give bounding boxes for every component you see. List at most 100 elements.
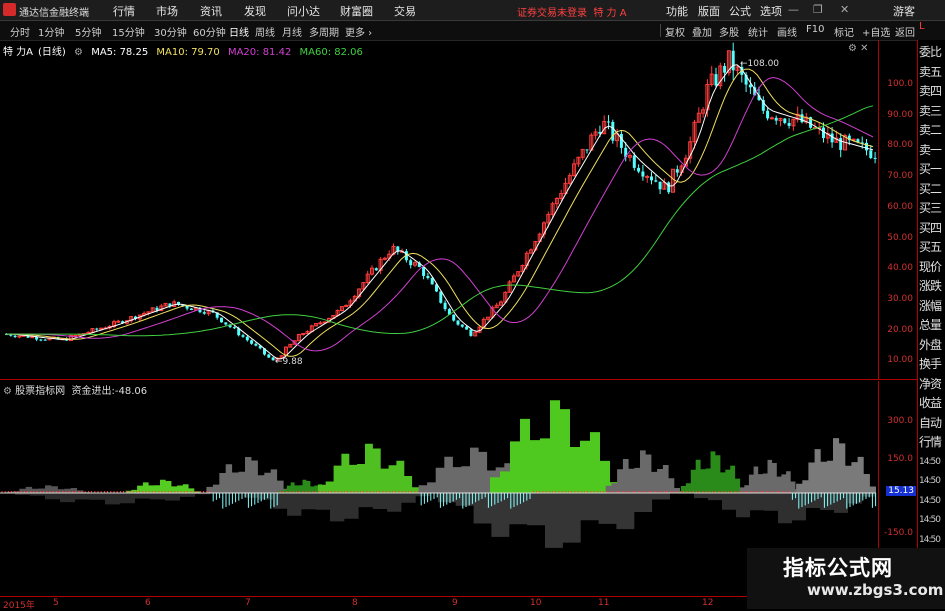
price-tick: 100.0	[887, 79, 913, 89]
menu-caifuquan[interactable]: 财富圈	[340, 3, 373, 19]
btn-biaoji[interactable]: 标记	[834, 24, 854, 39]
quote-panel-item[interactable]: 行情	[919, 433, 945, 452]
quote-panel-item[interactable]: 买四	[919, 219, 945, 238]
tab-weekly[interactable]: 周线	[255, 24, 275, 39]
quote-panel-item[interactable]: 委比	[919, 43, 945, 62]
quote-panel-item[interactable]: 总量	[919, 316, 945, 335]
restore-icon[interactable]: ❐	[813, 3, 823, 16]
tab-multi-period[interactable]: 多周期	[309, 24, 339, 39]
tab-15min[interactable]: 15分钟	[112, 24, 145, 39]
candle-body	[873, 157, 877, 159]
btn-back[interactable]: 返回	[895, 24, 915, 39]
login-status[interactable]: 证券交易未登录 特 力 A	[517, 4, 627, 19]
time-tick: 7	[245, 598, 251, 608]
ma5-line	[5, 64, 874, 360]
btn-tongji[interactable]: 统计	[748, 24, 768, 39]
menu-hangqing[interactable]: 行情	[113, 3, 135, 19]
candle-body	[452, 314, 456, 321]
quote-panel-item[interactable]: 卖二	[919, 121, 945, 140]
low-price-annotation: ←9.88	[275, 357, 303, 367]
menu-faxian[interactable]: 发现	[244, 3, 266, 19]
tab-1min[interactable]: 1分钟	[38, 24, 64, 39]
btn-fuquan[interactable]: 复权	[665, 24, 685, 39]
menu-xuanxiang[interactable]: 选项	[760, 3, 782, 19]
quote-panel-item[interactable]: 14:50	[919, 492, 945, 511]
menu-shichang[interactable]: 市场	[156, 3, 178, 19]
indicator-name: 股票指标网	[15, 386, 66, 397]
candle-body	[241, 335, 245, 337]
quote-panel-item[interactable]: 14:50	[919, 531, 945, 550]
watermark-url: www.zbgs3.com	[807, 581, 944, 599]
candle-body	[769, 117, 774, 120]
app-title: 通达信金融终端	[19, 8, 89, 19]
tab-5min[interactable]: 5分钟	[75, 24, 101, 39]
btn-f10[interactable]: F10	[806, 24, 824, 35]
legend-gear-icon[interactable]: ⚙	[74, 47, 83, 58]
tab-60min[interactable]: 60分钟	[193, 24, 226, 39]
quote-panel-item[interactable]: 自动	[919, 414, 945, 433]
price-tick: 30.00	[887, 294, 913, 304]
tab-fenshi[interactable]: 分时	[10, 24, 30, 39]
quote-panel-item[interactable]: 卖五	[919, 63, 945, 82]
minimize-icon[interactable]: —	[788, 3, 799, 16]
btn-diejia[interactable]: 叠加	[692, 24, 712, 39]
quote-panel-item[interactable]: 买三	[919, 199, 945, 218]
quote-panel-item[interactable]: 14:50	[919, 453, 945, 472]
quote-panel-item[interactable]: 换手	[919, 355, 945, 374]
btn-add-watchlist[interactable]: +自选	[862, 24, 890, 39]
candle-body	[374, 268, 378, 271]
menu-zixun[interactable]: 资讯	[200, 3, 222, 19]
menu-banmian[interactable]: 版面	[698, 3, 720, 19]
flow-area	[310, 443, 420, 493]
candlestick-chart[interactable]	[0, 40, 878, 378]
quote-panel-item[interactable]: 卖四	[919, 82, 945, 101]
tab-daily[interactable]: 日线	[229, 24, 249, 39]
app-logo-icon	[3, 3, 16, 16]
quote-panel-item[interactable]: 卖三	[919, 102, 945, 121]
quote-panel-item[interactable]: 买五	[919, 238, 945, 257]
flow-area	[480, 400, 620, 493]
chart-settings-icon[interactable]: ⚙ ✕	[848, 43, 869, 54]
quote-panel-item[interactable]: 买二	[919, 180, 945, 199]
close-icon[interactable]: ✕	[840, 3, 849, 16]
btn-huaxian[interactable]: 画线	[777, 24, 797, 39]
toolbar-divider	[660, 24, 661, 37]
btn-duogu[interactable]: 多股	[719, 24, 739, 39]
time-tick: 2015年	[3, 601, 35, 611]
quote-panel-item[interactable]: 14:50	[919, 511, 945, 530]
quote-panel-item[interactable]: 14:50	[919, 472, 945, 491]
quote-panel-item[interactable]: 买一	[919, 160, 945, 179]
time-tick: 6	[145, 598, 151, 608]
candle-body	[731, 50, 735, 71]
quote-panel-item[interactable]: 现价	[919, 258, 945, 277]
flow-area	[600, 450, 680, 493]
quote-panel-item[interactable]: 涨跌	[919, 277, 945, 296]
guest-label[interactable]: 游客	[893, 3, 915, 19]
candle-body	[822, 127, 825, 139]
tab-30min[interactable]: 30分钟	[154, 24, 187, 39]
quote-panel-item[interactable]: 涨幅	[919, 297, 945, 316]
tab-monthly[interactable]: 月线	[282, 24, 302, 39]
candle-body	[774, 117, 778, 121]
menu-gongneng[interactable]: 功能	[666, 3, 688, 19]
panel-toggle-icon[interactable]: L	[919, 21, 925, 32]
menu-gongshi[interactable]: 公式	[729, 3, 751, 19]
high-price-annotation: ←108.00	[740, 59, 780, 69]
candle-body	[39, 339, 43, 341]
menu-jiaoyi[interactable]: 交易	[394, 3, 416, 19]
candle-body	[800, 114, 804, 123]
quote-panel-item[interactable]: 净资	[919, 375, 945, 394]
candle-body	[675, 169, 679, 173]
candle-body	[409, 260, 413, 266]
candle-body	[641, 171, 645, 177]
candle-body	[301, 333, 306, 336]
price-tick: 20.00	[887, 325, 913, 335]
indicator-gear-icon[interactable]: ⚙	[3, 386, 12, 397]
tab-more[interactable]: 更多 ›	[345, 24, 372, 39]
quote-panel-item[interactable]: 卖一	[919, 141, 945, 160]
time-tick: 8	[352, 598, 358, 608]
candle-body	[456, 320, 460, 325]
quote-panel-item[interactable]: 外盘	[919, 336, 945, 355]
quote-panel-item[interactable]: 收益	[919, 394, 945, 413]
menu-wenxiaoda[interactable]: 问小达	[287, 3, 320, 19]
